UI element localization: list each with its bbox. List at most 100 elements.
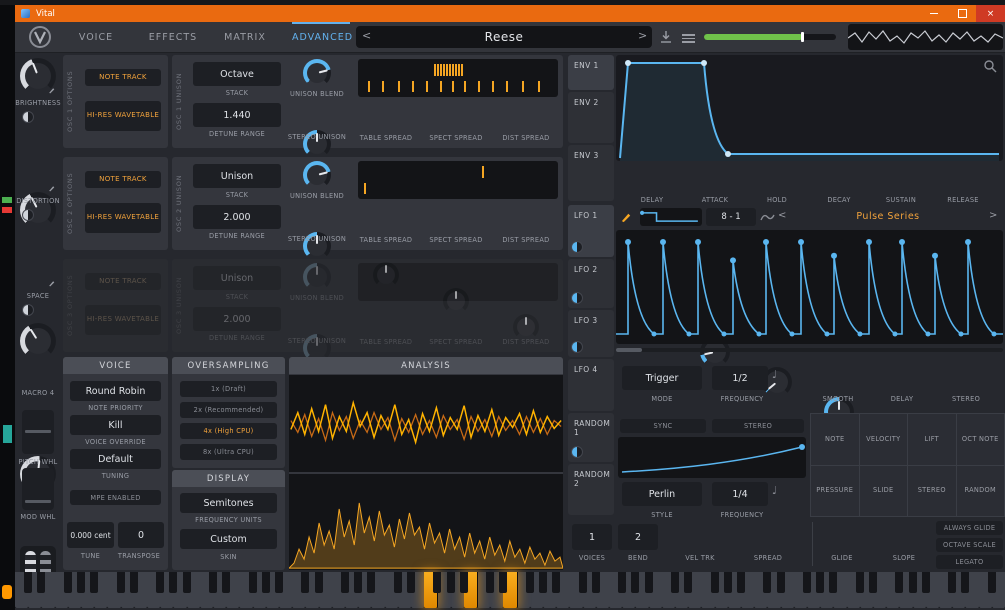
piano-key-black[interactable] (37, 572, 46, 593)
osc1-note-track-button[interactable]: NOTE TRACK (85, 69, 161, 86)
tab-random-2[interactable]: RANDOM 2 (568, 464, 614, 515)
lfo-display[interactable] (616, 230, 1003, 344)
random-style-select[interactable]: Perlin (622, 482, 702, 506)
tune-value[interactable]: 0.000 cent (67, 522, 114, 548)
random-sync-button[interactable]: SYNC (620, 419, 706, 433)
piano-key-black[interactable] (948, 572, 957, 593)
piano-key-black[interactable] (552, 572, 561, 593)
lfo-preset-prev-arrow[interactable]: < (778, 210, 786, 221)
piano-key-black[interactable] (816, 572, 825, 593)
osc3-hires-wavetable-button[interactable]: HI-RES WAVETABLE (85, 305, 161, 335)
note-priority-select[interactable]: Round Robin (70, 381, 161, 401)
piano-keyboard[interactable] (15, 572, 1005, 608)
minimize-button[interactable] (920, 5, 948, 22)
always-glide-toggle[interactable]: ALWAYS GLIDE (936, 521, 1003, 535)
preset-prev-arrow[interactable]: < (362, 29, 371, 42)
lfo3-bipolar-icon[interactable] (571, 341, 583, 353)
lfo-smooth-icon[interactable] (760, 211, 775, 223)
piano-key-black[interactable] (895, 572, 904, 593)
piano-key-black[interactable] (116, 572, 125, 593)
lfo-shape-preview[interactable] (640, 208, 702, 226)
maximize-button[interactable] (948, 5, 976, 22)
close-button[interactable]: × (976, 5, 1005, 22)
menu-icon[interactable] (682, 32, 695, 45)
piano-key-black[interactable] (261, 572, 270, 593)
voice-override-select[interactable]: Kill (70, 415, 161, 435)
random-stereo-button[interactable]: STEREO (712, 419, 804, 433)
piano-key-black[interactable] (354, 572, 363, 593)
piano-key-black[interactable] (77, 572, 85, 593)
lfo1-bipolar-icon[interactable] (571, 241, 583, 253)
lfo-mode-select[interactable]: Trigger (622, 366, 702, 390)
piano-key-black[interactable] (459, 572, 468, 593)
space-knob[interactable] (20, 323, 56, 359)
piano-key-black[interactable] (499, 572, 508, 593)
lfo-grid-steps[interactable]: 8 - 1 (706, 208, 756, 226)
mod-source-note[interactable]: NOTE (811, 414, 859, 465)
voices-value[interactable]: 1 (572, 524, 612, 550)
tempo-sync-note-icon[interactable]: ♩ (772, 484, 777, 497)
piano-key-black[interactable] (90, 572, 99, 593)
piano-key-black[interactable] (433, 572, 442, 593)
tab-advanced[interactable]: ADVANCED (292, 32, 352, 43)
osc3-unison-blend-knob[interactable] (303, 263, 331, 291)
piano-key-black[interactable] (525, 572, 534, 593)
osc2-note-track-button[interactable]: NOTE TRACK (85, 171, 161, 188)
tempo-sync-note-icon[interactable]: ♩ (772, 368, 777, 381)
lfo2-bipolar-icon[interactable] (571, 292, 583, 304)
osc1-stack-select[interactable]: Octave (193, 62, 281, 86)
lfo-preset-name[interactable]: Pulse Series (792, 211, 984, 222)
piano-key-black[interactable] (182, 572, 191, 593)
mod-wheel[interactable] (22, 468, 54, 510)
piano-key-black[interactable] (803, 572, 811, 593)
osc2-detune-value[interactable]: 2.000 (193, 205, 281, 229)
piano-key-black[interactable] (129, 572, 138, 593)
piano-key-black[interactable] (829, 572, 838, 593)
lfo-frequency-value[interactable]: 1/2 (712, 366, 768, 390)
piano-key-black[interactable] (776, 572, 785, 593)
osc3-detune-value[interactable]: 2.000 (193, 307, 281, 331)
preset-name[interactable]: Reese (406, 30, 602, 44)
piano-key-black[interactable] (24, 572, 33, 593)
mod-source-stereo[interactable]: STEREO (908, 465, 956, 516)
legato-toggle[interactable]: LEGATO (936, 555, 1003, 569)
osc1-detune-value[interactable]: 1.440 (193, 103, 281, 127)
piano-key-black[interactable] (341, 572, 349, 593)
osc3-note-track-button[interactable]: NOTE TRACK (85, 273, 161, 290)
save-preset-icon[interactable] (659, 30, 673, 44)
piano-key-black[interactable] (723, 572, 732, 593)
skin-select[interactable]: Custom (180, 529, 277, 549)
random-frequency-value[interactable]: 1/4 (712, 482, 768, 506)
volume-slider[interactable] (704, 32, 836, 42)
piano-key-black[interactable] (578, 572, 587, 593)
vital-logo-icon[interactable] (28, 25, 52, 49)
mod-source-lift[interactable]: LIFT (908, 414, 956, 465)
piano-key-black[interactable] (248, 572, 257, 593)
space-bipolar-icon[interactable] (22, 304, 34, 316)
volume-marker[interactable] (801, 32, 804, 42)
oversampling-1x[interactable]: 1x (Draft) (180, 381, 277, 397)
piano-key-black[interactable] (684, 572, 693, 593)
brightness-bipolar-icon[interactable] (22, 111, 34, 123)
lfo-preset-next-arrow[interactable]: > (989, 210, 997, 221)
piano-key-black[interactable] (855, 572, 864, 593)
piano-key-black[interactable] (908, 572, 917, 593)
piano-key-black[interactable] (737, 572, 745, 593)
piano-key-black[interactable] (222, 572, 231, 593)
piano-key-black[interactable] (591, 572, 600, 593)
piano-key-black[interactable] (446, 572, 455, 593)
tab-voice[interactable]: VOICE (72, 32, 120, 43)
bend-value[interactable]: 2 (618, 524, 658, 550)
tab-matrix[interactable]: MATRIX (220, 32, 270, 43)
piano-key-black[interactable] (869, 572, 877, 593)
piano-key-black[interactable] (209, 572, 217, 593)
piano-key-black[interactable] (63, 572, 72, 593)
macro-edit-icon[interactable] (48, 86, 56, 94)
piano-key-black[interactable] (407, 572, 415, 593)
piano-key-black[interactable] (618, 572, 627, 593)
osc2-stack-select[interactable]: Unison (193, 164, 281, 188)
piano-key-black[interactable] (961, 572, 970, 593)
piano-key-black[interactable] (314, 572, 323, 593)
tab-effects[interactable]: EFFECTS (146, 32, 200, 43)
mod-source-random[interactable]: RANDOM (956, 465, 1004, 516)
